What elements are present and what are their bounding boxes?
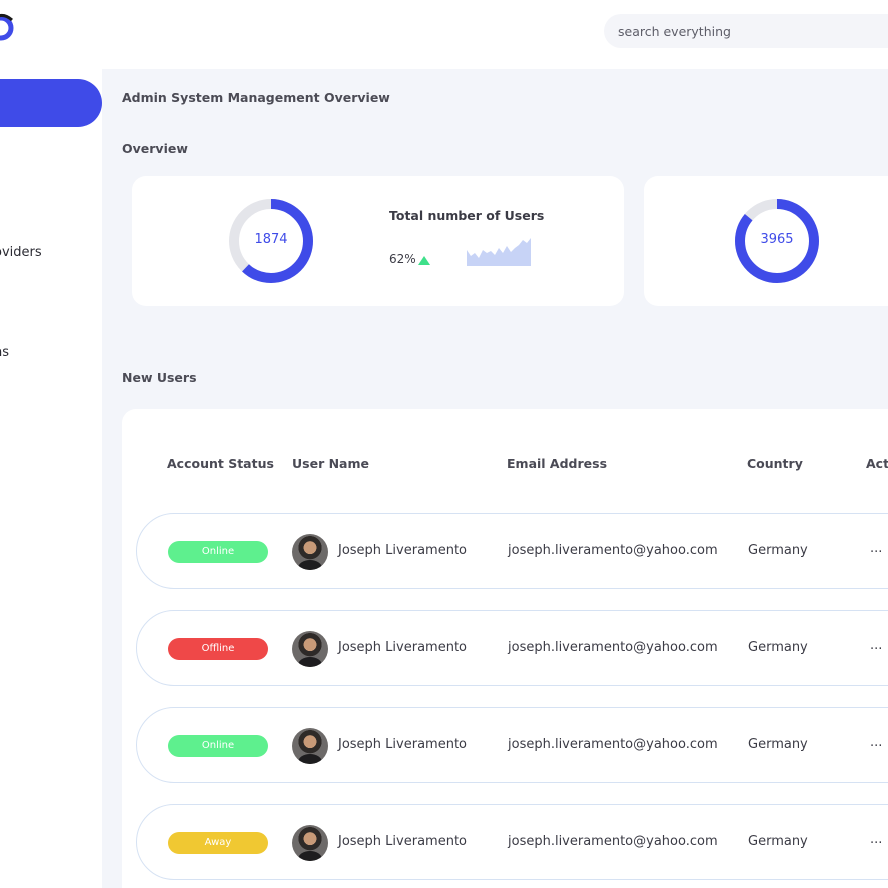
user-name: Joseph Liveramento bbox=[338, 640, 467, 655]
user-country: Germany bbox=[748, 640, 808, 655]
table-row[interactable]: Online Joseph Liveramento joseph.liveram… bbox=[136, 513, 888, 589]
overview-title: Overview bbox=[122, 141, 188, 156]
user-country: Germany bbox=[748, 834, 808, 849]
users-donut-chart: 1874 bbox=[227, 197, 315, 285]
user-country: Germany bbox=[748, 543, 808, 558]
second-donut-chart: 3965 bbox=[733, 197, 821, 285]
row-actions-button[interactable]: ... bbox=[870, 638, 882, 653]
row-actions-button[interactable]: ... bbox=[870, 832, 882, 847]
app-logo-icon[interactable] bbox=[0, 12, 16, 42]
user-email: joseph.liveramento@yahoo.com bbox=[508, 737, 718, 752]
sidebar-item-label: oviders bbox=[0, 245, 42, 260]
column-header-username: User Name bbox=[292, 456, 369, 471]
avatar bbox=[292, 825, 328, 861]
column-header-email: Email Address bbox=[507, 456, 608, 471]
stat-title: Total number of Users bbox=[389, 208, 545, 223]
user-name: Joseph Liveramento bbox=[338, 543, 467, 558]
search-input[interactable] bbox=[604, 14, 888, 48]
table-row[interactable]: Offline Joseph Liveramento joseph.livera… bbox=[136, 610, 888, 686]
overview-card-users: 1874 Total number of Users 62% bbox=[132, 176, 624, 306]
user-name: Joseph Liveramento bbox=[338, 834, 467, 849]
search-bar[interactable] bbox=[604, 14, 888, 48]
new-users-title: New Users bbox=[122, 370, 197, 385]
donut-value: 3965 bbox=[760, 232, 794, 247]
user-country: Germany bbox=[748, 737, 808, 752]
status-badge: Offline bbox=[168, 638, 268, 660]
avatar bbox=[292, 728, 328, 764]
trend-up-icon bbox=[418, 256, 430, 265]
column-header-actions: Act bbox=[866, 456, 888, 471]
status-badge: Online bbox=[168, 735, 268, 757]
avatar bbox=[292, 631, 328, 667]
user-email: joseph.liveramento@yahoo.com bbox=[508, 543, 718, 558]
sidebar-item-providers[interactable]: oviders bbox=[0, 245, 48, 260]
overview-card-2: 3965 bbox=[644, 176, 888, 306]
new-users-table: Account Status User Name Email Address C… bbox=[122, 409, 888, 888]
table-row[interactable]: Online Joseph Liveramento joseph.liveram… bbox=[136, 707, 888, 783]
top-bar bbox=[0, 0, 888, 69]
table-row[interactable]: Away Joseph Liveramento joseph.liveramen… bbox=[136, 804, 888, 880]
donut-value: 1874 bbox=[254, 232, 288, 247]
stat-percent: 62% bbox=[389, 252, 416, 266]
user-name: Joseph Liveramento bbox=[338, 737, 467, 752]
column-header-status: Account Status bbox=[167, 456, 274, 471]
column-header-country: Country bbox=[747, 456, 803, 471]
sidebar-item-label: ns bbox=[0, 345, 10, 360]
sidebar-item-active[interactable] bbox=[0, 79, 102, 127]
row-actions-button[interactable]: ... bbox=[870, 735, 882, 750]
user-email: joseph.liveramento@yahoo.com bbox=[508, 834, 718, 849]
status-badge: Away bbox=[168, 832, 268, 854]
main-content: Admin System Management Overview Overvie… bbox=[102, 69, 888, 888]
sidebar-item-ns[interactable]: ns bbox=[0, 345, 15, 360]
row-actions-button[interactable]: ... bbox=[870, 541, 882, 556]
status-badge: Online bbox=[168, 541, 268, 563]
page-title: Admin System Management Overview bbox=[122, 90, 390, 105]
sparkline-icon bbox=[467, 238, 531, 266]
sidebar: oviders ns bbox=[0, 69, 102, 888]
user-email: joseph.liveramento@yahoo.com bbox=[508, 640, 718, 655]
avatar bbox=[292, 534, 328, 570]
